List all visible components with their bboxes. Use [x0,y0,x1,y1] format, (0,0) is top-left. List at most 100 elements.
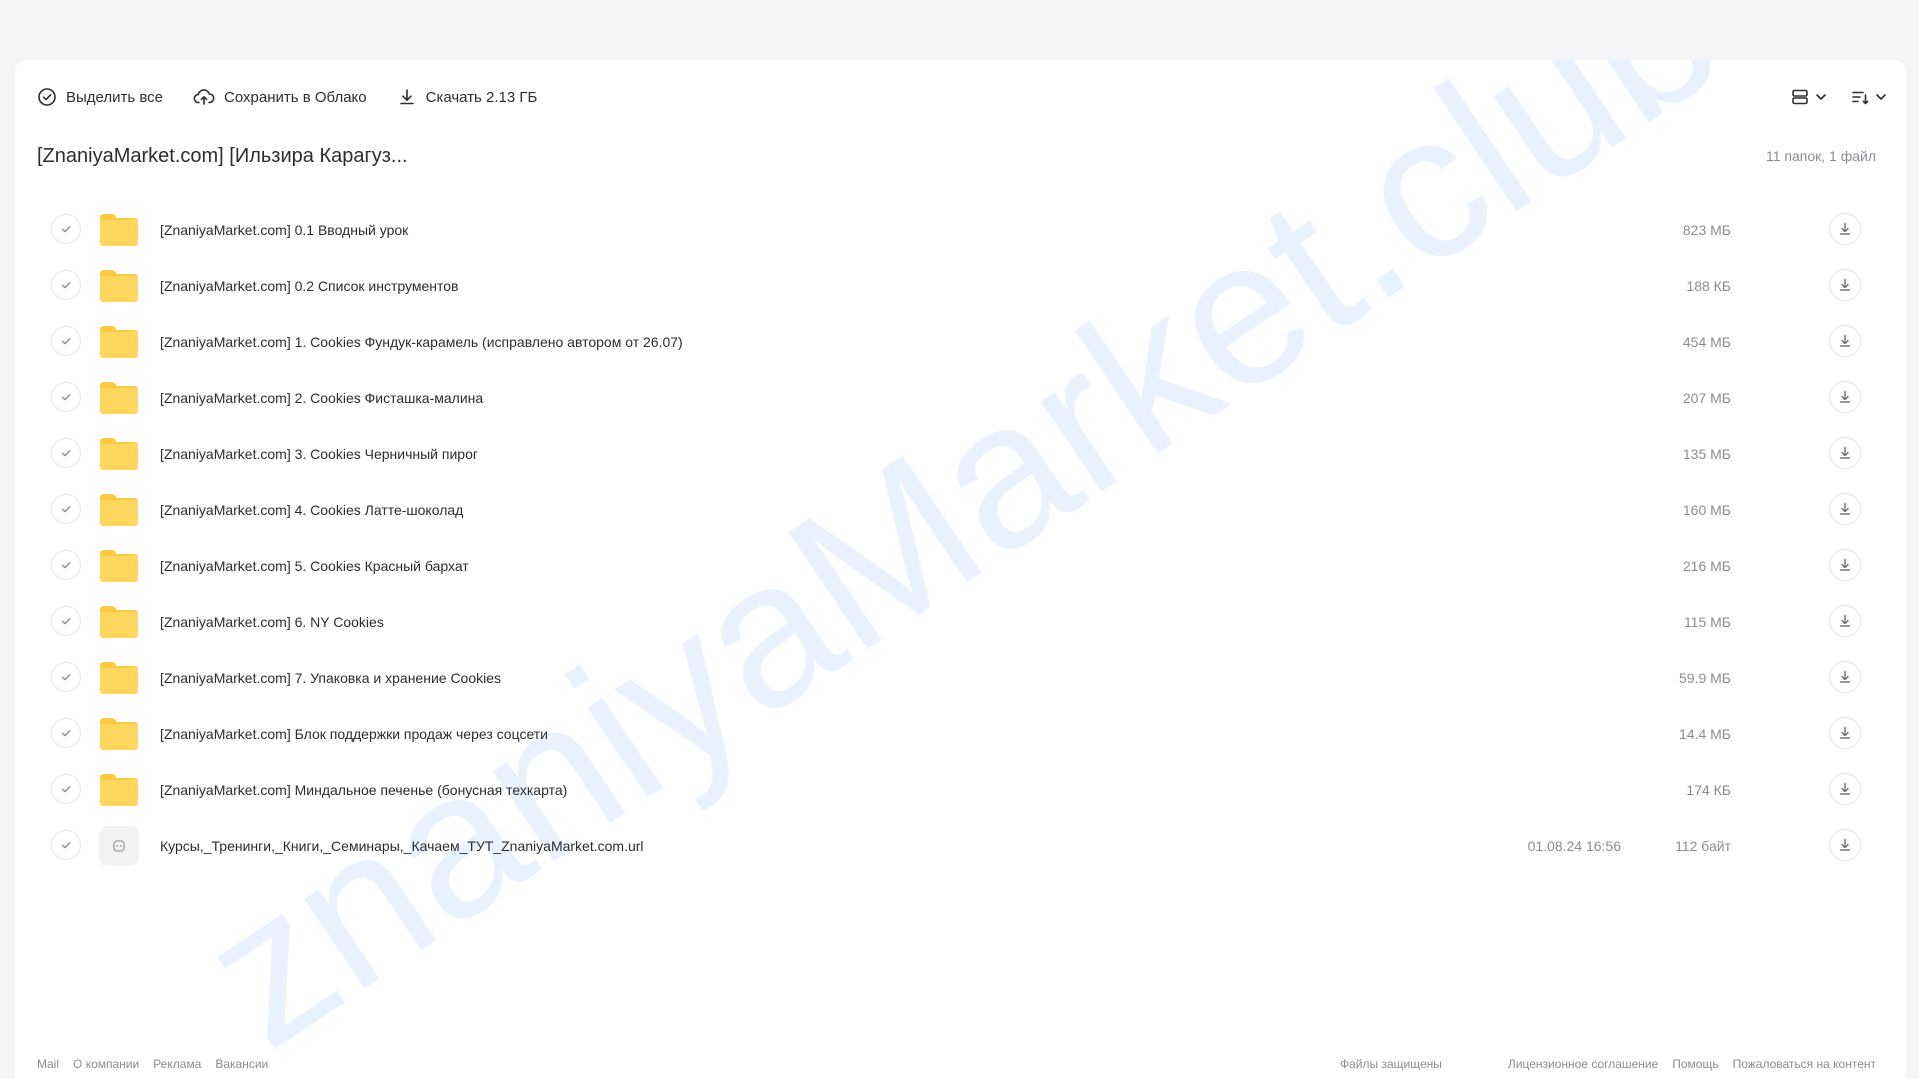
item-download-button[interactable] [1829,213,1861,245]
row-select-checkbox[interactable] [51,662,81,692]
item-name[interactable]: [ZnaniyaMarket.com] 0.1 Вводный урок [160,202,408,258]
folder-icon [100,550,138,582]
row-select-checkbox[interactable] [51,270,81,300]
folder-row[interactable]: [ZnaniyaMarket.com] 0.2 Список инструмен… [15,258,1906,314]
footer-link-mail[interactable]: Mail [37,1057,59,1071]
download-icon [399,89,414,105]
footer-files-protected[interactable]: Файлы защищены [1340,1057,1442,1071]
chevron-down-icon [1816,94,1826,100]
folder-title: [ZnaniyaMarket.com] [Ильзира Карагуз... [37,144,408,167]
folder-row[interactable]: [ZnaniyaMarket.com] 5. Cookies Красный б… [15,538,1906,594]
folder-icon [100,494,138,526]
row-select-checkbox[interactable] [51,326,81,356]
row-select-checkbox[interactable] [51,606,81,636]
item-download-button[interactable] [1829,661,1861,693]
item-icon [98,266,140,306]
item-name[interactable]: [ZnaniyaMarket.com] 1. Cookies Фундук-ка… [160,314,683,370]
check-circle-icon [38,88,56,106]
download-all-button[interactable]: Скачать 2.13 ГБ [397,87,538,107]
row-select-checkbox[interactable] [51,774,81,804]
item-size: 454 МБ [1682,334,1731,350]
folder-row[interactable]: [ZnaniyaMarket.com] 1. Cookies Фундук-ка… [15,314,1906,370]
item-name[interactable]: [ZnaniyaMarket.com] 4. Cookies Латте-шок… [160,482,463,538]
row-select-checkbox[interactable] [51,214,81,244]
row-select-checkbox[interactable] [51,438,81,468]
item-icon [98,490,140,530]
item-download-button[interactable] [1829,325,1861,357]
footer-links-right: Лицензионное соглашение Помощь Пожаловат… [1508,1057,1876,1071]
list-view-icon [1792,89,1808,105]
item-size: 160 МБ [1682,502,1731,518]
folder-row[interactable]: [ZnaniyaMarket.com] Блок поддержки прода… [15,706,1906,762]
item-size: 207 МБ [1682,390,1731,406]
download-icon [1839,278,1851,291]
item-icon [98,826,140,866]
row-select-checkbox[interactable] [51,494,81,524]
folder-icon [100,774,138,806]
item-name[interactable]: [ZnaniyaMarket.com] 5. Cookies Красный б… [160,538,469,594]
check-icon [61,506,71,513]
row-select-checkbox[interactable] [51,550,81,580]
file-row[interactable]: Курсы,_Тренинги,_Книги,_Семинары,_Качаем… [15,818,1906,874]
item-download-button[interactable] [1829,605,1861,637]
select-all-button[interactable]: Выделить все [37,87,163,107]
download-icon [1839,222,1851,235]
item-download-button[interactable] [1829,269,1861,301]
item-icon [98,434,140,474]
folder-row[interactable]: [ZnaniyaMarket.com] 7. Упаковка и хранен… [15,650,1906,706]
check-icon [61,338,71,345]
footer-link-license[interactable]: Лицензионное соглашение [1508,1057,1658,1071]
download-icon [1839,446,1851,459]
toolbar: Выделить все Сохранить в Облако Скачать … [37,72,537,122]
item-download-button[interactable] [1829,493,1861,525]
folder-row[interactable]: [ZnaniyaMarket.com] 2. Cookies Фисташка-… [15,370,1906,426]
footer-link-report[interactable]: Пожаловаться на контент [1733,1057,1876,1071]
item-size: 14.4 МБ [1679,726,1731,742]
item-name[interactable]: Курсы,_Тренинги,_Книги,_Семинары,_Качаем… [160,818,644,874]
download-icon [1839,558,1851,571]
item-name[interactable]: [ZnaniyaMarket.com] Блок поддержки прода… [160,706,548,762]
save-to-cloud-button[interactable]: Сохранить в Облако [193,87,367,107]
folder-row[interactable]: [ZnaniyaMarket.com] 3. Cookies Черничный… [15,426,1906,482]
item-download-button[interactable] [1829,549,1861,581]
item-icon [98,210,140,250]
cloud-upload-icon [193,89,215,105]
item-size: 59.9 МБ [1679,670,1731,686]
sort-button[interactable] [1850,87,1888,107]
folder-row[interactable]: [ZnaniyaMarket.com] 0.1 Вводный урок 823 … [15,202,1906,258]
footer-link-help[interactable]: Помощь [1672,1057,1718,1071]
download-icon [1839,390,1851,403]
download-icon [1839,334,1851,347]
view-mode-button[interactable] [1790,87,1828,107]
check-icon [61,842,71,849]
item-name[interactable]: [ZnaniyaMarket.com] 7. Упаковка и хранен… [160,650,501,706]
footer-link-about[interactable]: О компании [73,1057,139,1071]
item-name[interactable]: [ZnaniyaMarket.com] 2. Cookies Фисташка-… [160,370,483,426]
row-select-checkbox[interactable] [51,382,81,412]
item-download-button[interactable] [1829,773,1861,805]
download-icon [1839,670,1851,683]
folder-row[interactable]: [ZnaniyaMarket.com] 4. Cookies Латте-шок… [15,482,1906,538]
item-name[interactable]: [ZnaniyaMarket.com] 6. NY Cookies [160,594,384,650]
item-download-button[interactable] [1829,829,1861,861]
item-download-button[interactable] [1829,381,1861,413]
folder-icon [100,606,138,638]
folder-row[interactable]: [ZnaniyaMarket.com] 6. NY Cookies 115 МБ [15,594,1906,650]
row-select-checkbox[interactable] [51,830,81,860]
footer-link-jobs[interactable]: Вакансии [215,1057,268,1071]
footer: Mail О компании Реклама Вакансии Файлы з… [37,1050,1876,1078]
item-name[interactable]: [ZnaniyaMarket.com] 0.2 Список инструмен… [160,258,458,314]
item-icon [98,546,140,586]
url-file-icon [99,826,139,866]
item-name[interactable]: [ZnaniyaMarket.com] 3. Cookies Черничный… [160,426,478,482]
item-size: 216 МБ [1682,558,1731,574]
item-download-button[interactable] [1829,717,1861,749]
footer-link-ads[interactable]: Реклама [153,1057,201,1071]
download-all-label: Скачать 2.13 ГБ [425,88,538,106]
item-size: 115 МБ [1683,614,1731,630]
item-name[interactable]: [ZnaniyaMarket.com] Миндальное печенье (… [160,762,567,818]
folder-row[interactable]: [ZnaniyaMarket.com] Миндальное печенье (… [15,762,1906,818]
item-download-button[interactable] [1829,437,1861,469]
item-icon [98,658,140,698]
row-select-checkbox[interactable] [51,718,81,748]
